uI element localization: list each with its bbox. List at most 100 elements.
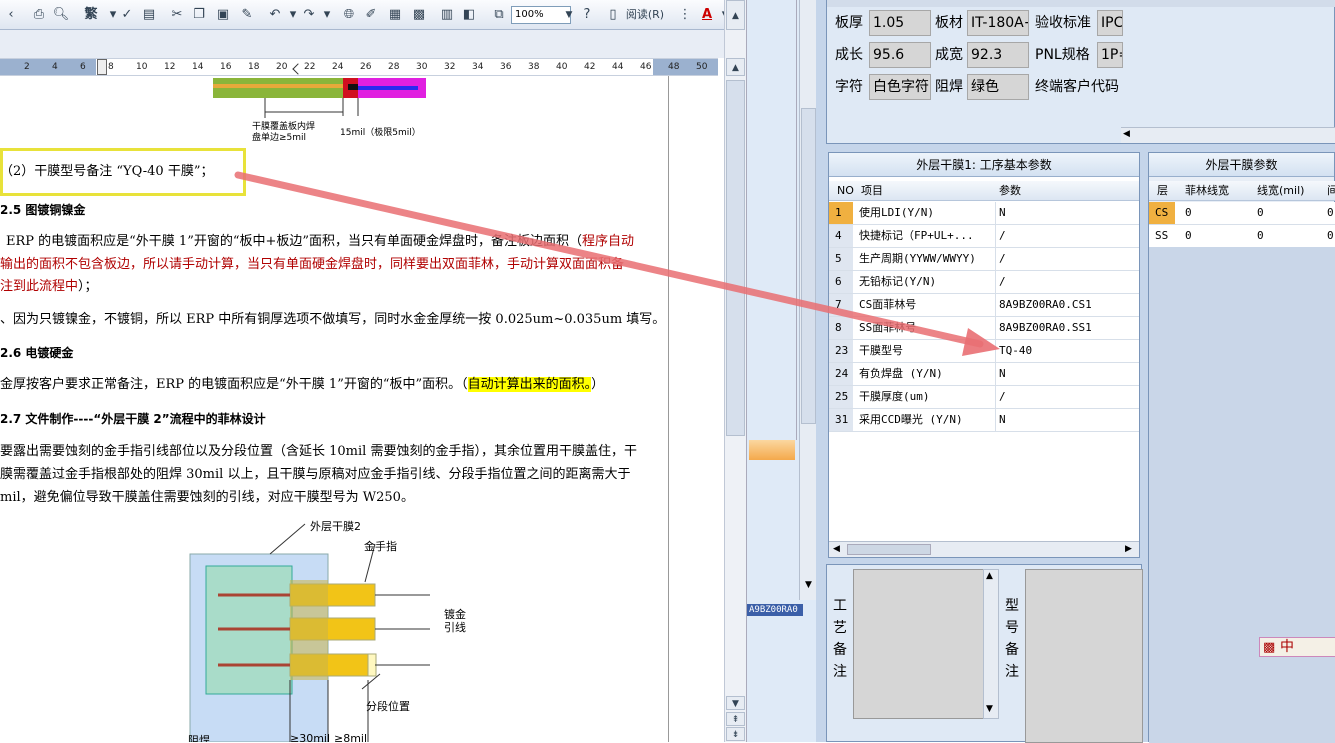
document-map-icon[interactable]: ⧉ — [490, 6, 508, 24]
row-value[interactable]: N — [999, 363, 1135, 385]
read-icon[interactable]: ▯ — [604, 6, 622, 24]
film1-hscrollbar[interactable]: ◀ ▶ — [829, 541, 1139, 557]
model-notes-textarea[interactable] — [1025, 569, 1143, 743]
ruler-tick-label: 4 — [52, 62, 58, 72]
document-scrollbar[interactable]: ▲ ▲ ▼ ⇞ ⇟ — [724, 0, 746, 742]
row-value[interactable]: / — [999, 271, 1135, 293]
print-preview-icon[interactable]: 🔍︎ — [52, 6, 70, 24]
ruler-tick-label: 26 — [360, 62, 372, 72]
print-icon[interactable]: ⎙ — [30, 6, 48, 24]
undo-icon[interactable]: ↶ — [266, 6, 284, 24]
previous-page-icon[interactable]: ⇞ — [726, 712, 745, 726]
ime-status-bar[interactable]: ▩ 中 — [1259, 637, 1335, 657]
table-row[interactable]: 1 使用LDI(Y/N) N — [829, 202, 1139, 225]
redo-dropdown-icon[interactable]: ▾ — [318, 6, 336, 24]
outer-film1-panel: 外层干膜1: 工序基本参数 NO 项目 参数 1 使用LDI(Y/N) N 4 快捷标记… — [828, 152, 1140, 558]
heading-2-2-6: 2.6 电镀硬金 — [0, 346, 74, 360]
spec-value-field[interactable]: 白色字符 — [869, 74, 931, 100]
read-mode-button[interactable]: 阅读(R) — [622, 6, 668, 24]
spec-value-field[interactable]: 95.6 — [869, 42, 931, 68]
more-icon[interactable]: ‹ — [2, 6, 20, 24]
columns-icon[interactable]: ▥ — [438, 6, 456, 24]
ruler-area-background — [0, 30, 746, 58]
row-value[interactable]: N — [999, 409, 1135, 431]
horizontal-ruler[interactable]: 2 4 6 8 10 12 14 16 18 20 22 24 26 28 30 32 34 36 38 40 42 44… — [0, 58, 718, 76]
table-row[interactable]: 24 有负焊盘 (Y/N) N — [829, 363, 1139, 386]
help-icon[interactable]: ? — [578, 6, 596, 24]
insert-table-icon[interactable]: ▦ — [386, 6, 404, 24]
spec-value-field[interactable]: 1P= — [1097, 42, 1123, 68]
scroll-thumb[interactable] — [726, 80, 745, 436]
table-row[interactable]: 5 生产周期(YYWW/WWYY) / — [829, 248, 1139, 271]
font-color-icon[interactable]: A — [698, 6, 716, 24]
label-line: 镀金 — [444, 608, 466, 621]
indent-marker[interactable] — [97, 59, 107, 75]
scroll-down-arrow-icon[interactable]: ▼ — [726, 696, 745, 710]
paste-icon[interactable]: ▣ — [214, 6, 232, 24]
ruler-tick-label: 22 — [304, 62, 316, 72]
ime-mode-label[interactable]: 中 — [1280, 639, 1294, 655]
traditional-chinese-button[interactable]: 繁 — [80, 6, 102, 24]
redo-icon[interactable]: ↷ — [300, 6, 318, 24]
selected-cell[interactable] — [749, 440, 795, 460]
process-notes-scrollbar[interactable]: ▲ ▼ — [983, 569, 999, 719]
format-painter-icon[interactable]: ✎ — [238, 6, 256, 24]
split-up-icon[interactable]: ▲ — [726, 58, 745, 76]
process-notes-textarea[interactable] — [853, 569, 985, 719]
table-row[interactable]: 8 SS面菲林号 8A9BZ00RA0.SS1 — [829, 317, 1139, 340]
table-row[interactable]: 4 快捷标记（FP+UL+... / — [829, 225, 1139, 248]
row-value[interactable]: TQ-40 — [999, 340, 1135, 362]
file-cell[interactable]: A9BZ00RA0 — [747, 604, 803, 616]
film1-scroll-thumb[interactable] — [847, 544, 931, 555]
insert-excel-icon[interactable]: ▩ — [410, 6, 428, 24]
cut-icon[interactable]: ✂ — [168, 6, 186, 24]
spelling-icon[interactable]: ✓ — [118, 6, 136, 24]
row-value[interactable]: / — [999, 386, 1135, 408]
table-row[interactable]: 6 无铅标记(Y/N) / — [829, 271, 1139, 294]
film1-scroll-left-icon[interactable]: ◀ — [833, 544, 840, 554]
spec-value-field[interactable]: 92.3 — [967, 42, 1029, 68]
strip-scrollbar[interactable]: ▼ — [799, 0, 817, 600]
table-row[interactable]: SS 0 0 0 — [1149, 225, 1335, 248]
red-text-span: 注到此流程中 — [0, 279, 79, 294]
drawing-icon[interactable]: ◧ — [460, 6, 478, 24]
spec-value-field[interactable]: 绿色 — [967, 74, 1029, 100]
spec-label: 成宽 — [935, 47, 963, 63]
spec-scroll-left-icon[interactable]: ◀ — [1123, 129, 1130, 139]
figure-label-line: 干膜覆盖板内焊 — [252, 122, 316, 132]
spreadsheet-strip: A9BZ00RA0 ▼ — [746, 0, 817, 742]
cell-gap: 0 — [1327, 229, 1334, 242]
next-page-icon[interactable]: ⇟ — [726, 727, 745, 741]
spec-value-field[interactable]: 1.05 — [869, 10, 931, 36]
tab-stop-marker[interactable] — [292, 63, 304, 75]
table-row[interactable]: 7 CS面菲林号 8A9BZ00RA0.CS1 — [829, 294, 1139, 317]
row-value[interactable]: N — [999, 202, 1135, 224]
spec-hscrollbar[interactable]: ◀ — [1121, 127, 1335, 143]
spec-value-field[interactable]: IPC — [1097, 10, 1123, 36]
table-row[interactable]: 23 干膜型号 TQ-40 — [829, 340, 1139, 363]
row-value[interactable]: 8A9BZ00RA0.SS1 — [999, 317, 1135, 339]
film1-scroll-right-icon[interactable]: ▶ — [1125, 544, 1132, 554]
tables-borders-icon[interactable]: ✐ — [362, 6, 380, 24]
table-row[interactable]: 25 干膜厚度(um) / — [829, 386, 1139, 409]
text-span: 金厚按客户要求正常备注，ERP 的电镀面积应是“外干膜 1”开窗的“板中”面积。… — [0, 377, 468, 392]
notes-scroll-down-icon[interactable]: ▼ — [986, 704, 993, 714]
ime-logo-icon[interactable]: ▩ — [1263, 639, 1275, 657]
spec-value-field[interactable]: IT-180A+ — [967, 10, 1029, 36]
table-row[interactable]: CS 0 0 0 — [1149, 202, 1335, 225]
strip-scroll-down-icon[interactable]: ▼ — [801, 580, 816, 594]
research-icon[interactable]: ▤ — [140, 6, 158, 24]
strip-scroll-thumb[interactable] — [801, 108, 816, 424]
ruler-tick-label: 16 — [220, 62, 232, 72]
table-row[interactable]: 31 采用CCD曝光 (Y/N) N — [829, 409, 1139, 432]
row-value[interactable]: / — [999, 248, 1135, 270]
scroll-up-arrow-icon[interactable]: ▲ — [726, 0, 745, 30]
toolbar-options-icon[interactable]: ⋮ — [676, 6, 694, 24]
zoom-dropdown-icon[interactable]: ▼ — [560, 6, 578, 24]
notes-scroll-up-icon[interactable]: ▲ — [986, 571, 993, 581]
ruler-tick-label: 2 — [24, 62, 30, 72]
copy-icon[interactable]: ❐ — [190, 6, 208, 24]
row-value[interactable]: / — [999, 225, 1135, 247]
row-value[interactable]: 8A9BZ00RA0.CS1 — [999, 294, 1135, 316]
hyperlink-icon[interactable]: 🌐︎ — [340, 6, 358, 24]
